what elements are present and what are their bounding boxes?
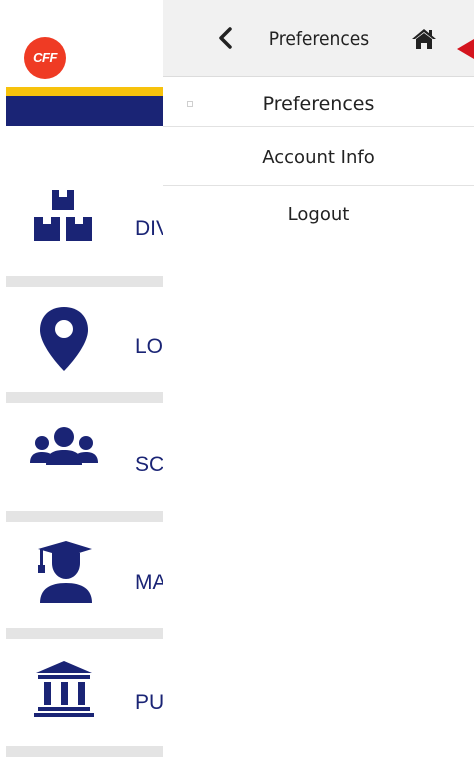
panel-title: Preferences (268, 28, 370, 50)
menu-item-label: LOCATIONS (135, 335, 163, 358)
menu-item-preferences[interactable]: Preferences (163, 77, 474, 127)
header-navy-band (6, 96, 163, 126)
menu-item-locations[interactable]: LOCATIONS (0, 305, 163, 423)
menu-item-schools[interactable]: SCHOOLS (0, 423, 163, 541)
graduate-icon (38, 541, 92, 603)
menu-item-management[interactable]: MANAGEMENT (0, 541, 163, 659)
boxes-icon (34, 190, 92, 241)
menu-item-divisions[interactable]: DIVISIONS (0, 187, 163, 305)
separator (6, 511, 163, 522)
logo-text: CFF (33, 50, 57, 65)
menu-item-label: PUBLIC (135, 691, 163, 714)
header-yellow-band (6, 87, 163, 96)
back-button[interactable] (215, 26, 237, 50)
home-icon[interactable] (411, 28, 437, 50)
preferences-panel: Preferences Preferences Account Info Log… (163, 0, 474, 757)
item-label: Logout (287, 204, 350, 225)
menu-item-label: DIVISIONS (135, 217, 163, 240)
item-label: Account Info (262, 147, 375, 168)
users-icon (30, 427, 98, 465)
selection-indicator (187, 101, 193, 107)
separator (6, 628, 163, 639)
pointer-arrow-icon (457, 39, 474, 59)
separator (6, 392, 163, 403)
cff-logo: CFF (24, 37, 66, 79)
menu-item-label: MANAGEMENT (135, 571, 163, 594)
map-pin-icon (40, 307, 88, 371)
menu-item-public[interactable]: PUBLIC (0, 661, 163, 757)
background-app: CFF DIVISIONS LOCATIONS (0, 0, 163, 757)
item-label: Preferences (262, 93, 375, 115)
bank-icon (34, 661, 94, 717)
menu-item-label: SCHOOLS (135, 453, 163, 476)
menu-item-account-info[interactable]: Account Info (163, 127, 474, 186)
menu-item-logout[interactable]: Logout (163, 186, 474, 244)
separator (6, 276, 163, 287)
panel-header: Preferences (163, 0, 474, 77)
separator (6, 746, 163, 757)
